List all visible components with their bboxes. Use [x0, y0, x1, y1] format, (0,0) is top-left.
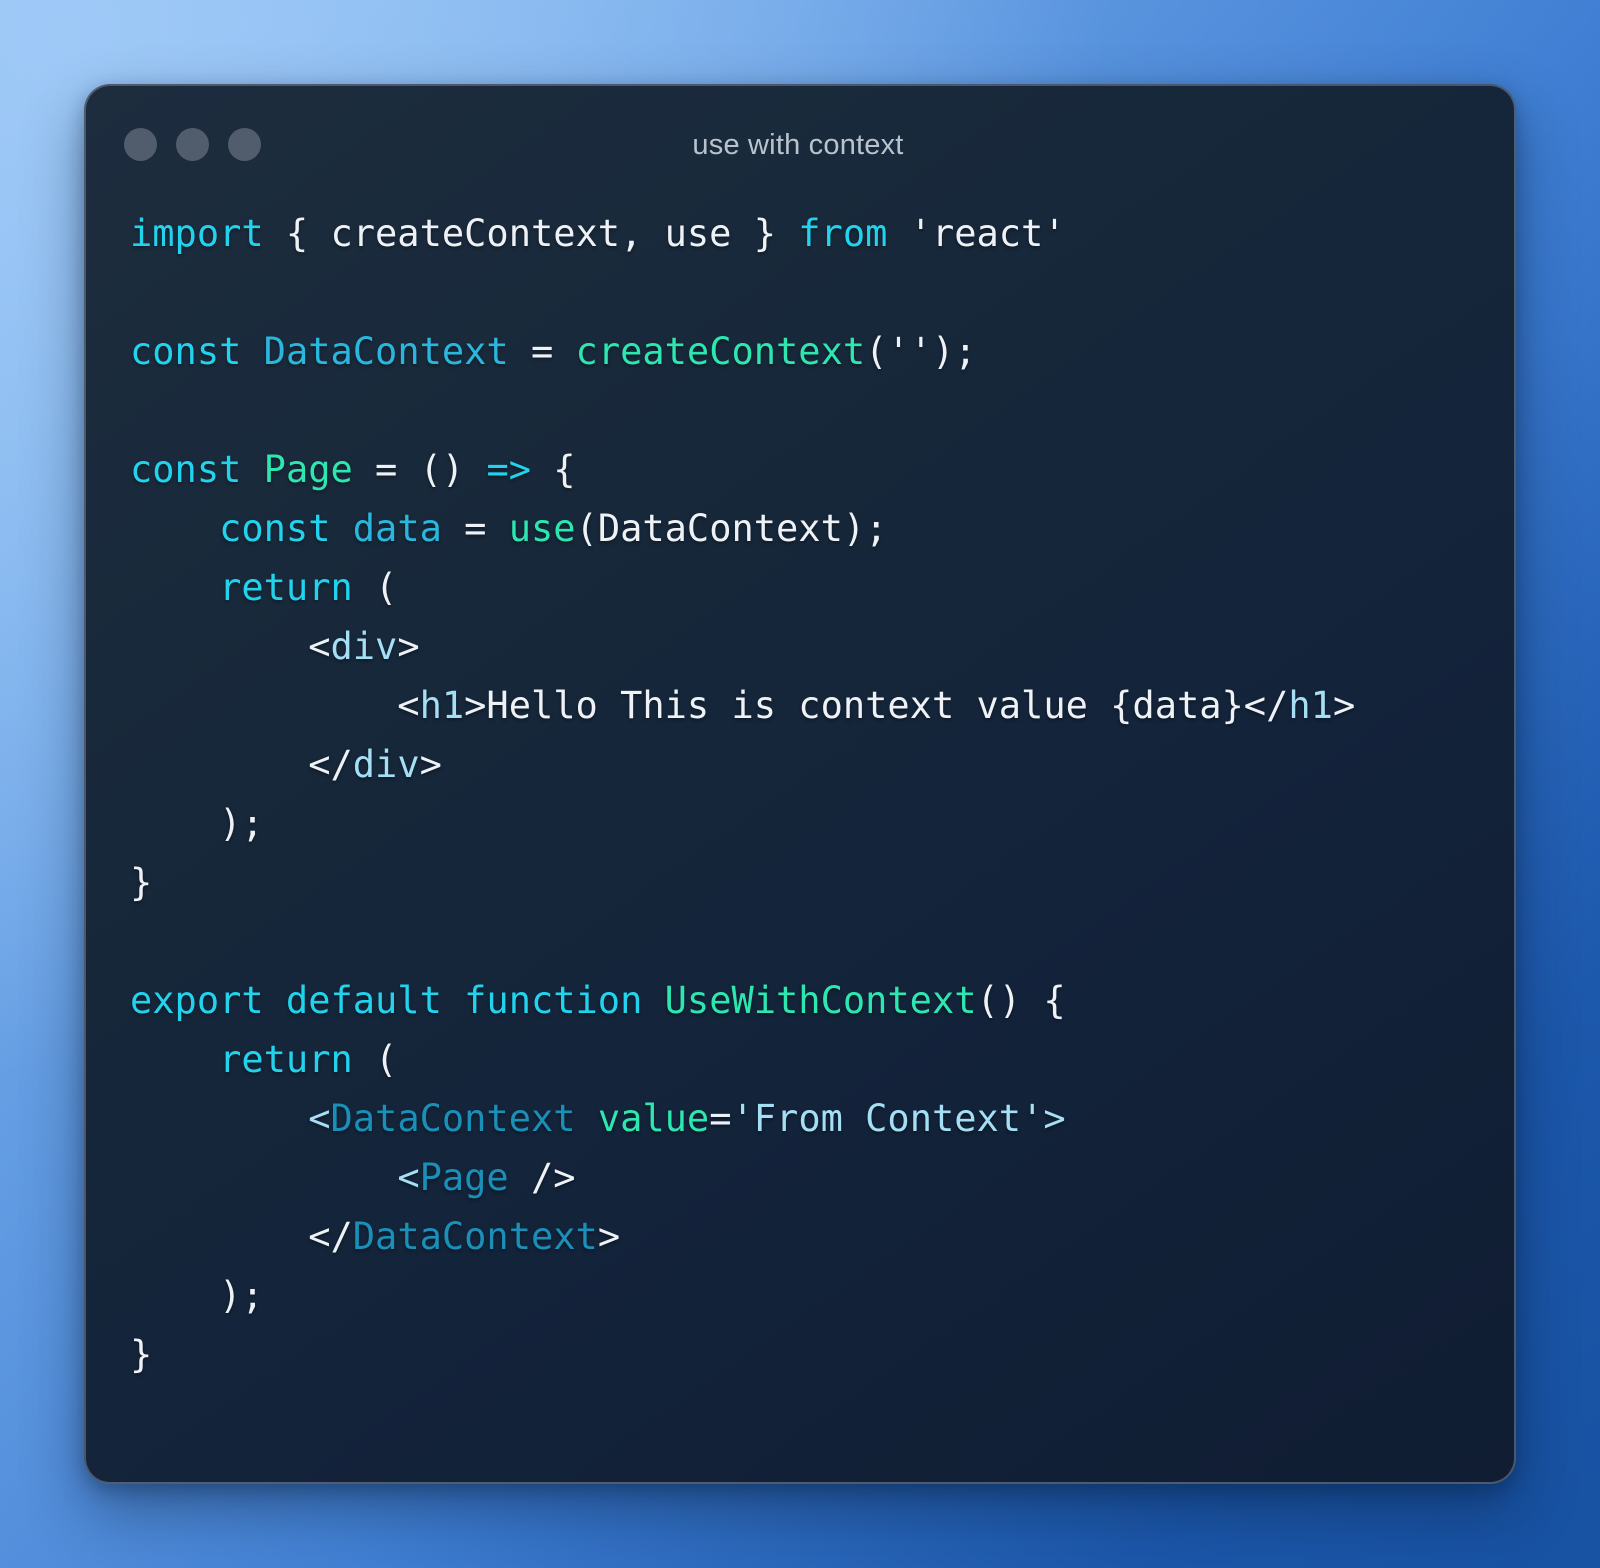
code-line: import { createContext, use } from 'reac…	[130, 204, 1470, 263]
minimize-dot-icon[interactable]	[176, 128, 209, 161]
code-line: );	[130, 1266, 1470, 1325]
code-token: />	[508, 1156, 576, 1199]
code-token: >	[1043, 1097, 1066, 1140]
code-line: <Page />	[130, 1148, 1470, 1207]
window-titlebar: use with context	[86, 86, 1514, 204]
code-token: >Hello This is context value {data}</	[464, 684, 1289, 727]
code-token: );	[130, 802, 264, 845]
code-token: >	[597, 1215, 621, 1258]
code-line: </div>	[130, 735, 1470, 794]
code-token: >	[1332, 684, 1356, 727]
code-token: (	[352, 566, 398, 609]
code-token: data	[352, 507, 442, 550]
code-token: =	[508, 330, 576, 373]
code-token: DataContext	[330, 1097, 576, 1140]
code-token: (	[352, 1038, 398, 1081]
code-token: 'react'	[887, 212, 1066, 255]
code-token: Page	[419, 1156, 509, 1199]
code-line: }	[130, 1325, 1470, 1384]
code-token: 'From Context'	[731, 1097, 1044, 1140]
code-block[interactable]: import { createContext, use } from 'reac…	[86, 204, 1514, 1384]
code-token: value	[597, 1097, 710, 1140]
code-token: >	[419, 743, 442, 786]
code-token: =	[441, 507, 509, 550]
code-line: <DataContext value='From Context'>	[130, 1089, 1470, 1148]
code-token: const	[130, 448, 242, 491]
code-token: h1	[419, 684, 465, 727]
close-dot-icon[interactable]	[124, 128, 157, 161]
code-token: createContext	[575, 330, 866, 373]
code-token: UseWithContext	[664, 979, 977, 1022]
code-token: <	[308, 1097, 331, 1140]
code-token: div	[352, 743, 420, 786]
code-token: Page	[263, 448, 353, 491]
code-line: return (	[130, 1030, 1470, 1089]
code-token: div	[330, 625, 398, 668]
code-line: </DataContext>	[130, 1207, 1470, 1266]
code-line: }	[130, 853, 1470, 912]
code-token: DataContext	[263, 330, 509, 373]
code-token: <	[130, 684, 420, 727]
code-line: return (	[130, 558, 1470, 617]
window-title: use with context	[692, 128, 904, 161]
code-token: export default function	[130, 979, 643, 1022]
code-token: DataContext	[352, 1215, 598, 1258]
code-token: <	[397, 1156, 420, 1199]
code-line: const DataContext = createContext('');	[130, 322, 1470, 381]
code-token: {	[531, 448, 576, 491]
code-token: from	[798, 212, 888, 255]
code-token: () {	[976, 979, 1066, 1022]
code-token: }	[130, 1333, 153, 1376]
code-token: </	[130, 1215, 353, 1258]
code-token: <	[130, 625, 331, 668]
code-line: <div>	[130, 617, 1470, 676]
traffic-light-buttons	[124, 128, 261, 161]
code-token: );	[130, 1274, 264, 1317]
code-token: >	[397, 625, 420, 668]
code-token: =>	[486, 448, 531, 491]
code-line: );	[130, 794, 1470, 853]
code-token: return	[219, 1038, 353, 1081]
code-line: const Page = () => {	[130, 440, 1470, 499]
code-token: =	[709, 1097, 732, 1140]
code-token: const	[130, 330, 242, 373]
code-token: </	[130, 743, 353, 786]
code-line: const data = use(DataContext);	[130, 499, 1470, 558]
code-token: const	[219, 507, 331, 550]
code-token: { createContext, use }	[263, 212, 799, 255]
code-line: export default function UseWithContext()…	[130, 971, 1470, 1030]
code-token: = ()	[352, 448, 487, 491]
code-token: use	[508, 507, 576, 550]
maximize-dot-icon[interactable]	[228, 128, 261, 161]
code-window: use with context import { createContext,…	[84, 84, 1516, 1484]
code-token: return	[219, 566, 353, 609]
code-token: h1	[1288, 684, 1333, 727]
code-token: (DataContext);	[575, 507, 888, 550]
code-line: <h1>Hello This is context value {data}</…	[130, 676, 1470, 735]
code-token: import	[130, 212, 264, 255]
code-token: }	[130, 861, 153, 904]
code-token: ('');	[865, 330, 977, 373]
